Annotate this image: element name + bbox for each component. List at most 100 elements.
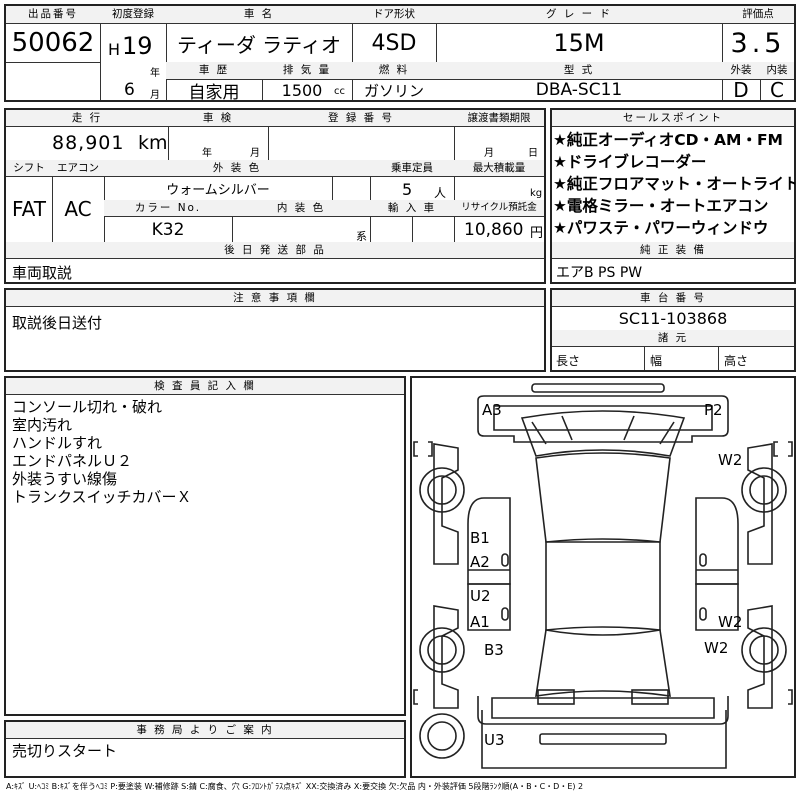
legend: A:ｷｽﾞ U:ﾍｺﾐ B:ｷｽﾞを伴うﾍｺﾐ P:要塗装 W:補修跡 S:錆 … [6,782,584,791]
interior-header: 内装 [760,62,794,79]
damage-mark: W2 [704,639,729,657]
year-unit: 年 [150,68,160,79]
inspection-month: 月 [250,148,260,159]
reg-no-header: 登 録 番 号 [268,110,454,126]
exterior-header: 外装 [722,62,760,79]
damage-mark: W2 [718,451,743,469]
equip: エアB PS PW [556,265,643,281]
notes-text: 取説後日送付 [12,314,103,332]
car-name: ティーダ ラティオ [177,32,341,57]
damage-mark: B3 [484,641,504,659]
chassis-block: 車 台 番 号 SC11-103868 諸 元 長さ 幅 高さ [550,288,796,372]
inspector-line: エンドパネルＵ２ [12,452,133,470]
transfer-header: 譲渡書類期限 [454,110,544,126]
inspection-header: 車 検 [168,110,268,126]
transfer-month: 月 [484,148,494,159]
notes-block: 注 意 事 項 欄 取説後日送付 [4,288,546,372]
car-diagram: A3 P2 W2 B1 A2 U2 A1 W2 B3 W2 U3 [410,376,796,778]
inspector-notes: コンソール切れ・破れ 室内汚れ ハンドルすれ エンドパネルＵ２ 外装うすい線傷 … [12,398,402,506]
chassis-header: 車 台 番 号 [552,290,794,306]
ac-header: エアコン [52,160,104,176]
sales-points-header: セールスポイント [552,110,794,126]
sales-points-list: ★純正オーディオCD・AM・FM ★ドライブレコーダー ★純正フロアマット・オー… [553,129,795,239]
grade: 15M [553,29,605,57]
capacity-unit: 人 [434,186,447,200]
score: 3.5 [730,27,786,59]
int-color-header: 内 装 色 [232,200,370,216]
mileage-unit: km [138,132,168,154]
vehicle-info-block: 走 行 車 検 登 録 番 号 譲渡書類期限 88,901 km 年 月 月 日… [4,108,546,284]
ac: AC [64,197,92,221]
damage-mark: P2 [704,401,723,419]
first-reg-header: 初度登録 [100,6,166,23]
fuel-header: 燃 料 [352,62,436,79]
era-letter: H [108,40,121,59]
notes-header: 注 意 事 項 欄 [6,290,544,306]
exterior-grade: D [733,80,749,100]
inspector-line: 外装うすい線傷 [12,470,118,488]
equip-header: 純 正 装 備 [552,242,794,258]
chassis-number: SC11-103868 [618,309,728,328]
era-year: 19 [122,32,153,60]
recycle-header: リサイクル預託金 [454,200,544,216]
reg-month: 6 [124,80,135,100]
inspector-block: 検 査 員 記 入 欄 コンソール切れ・破れ 室内汚れ ハンドルすれ エンドパネ… [4,376,406,716]
door-type: 4SD [371,30,417,56]
history-header: 車 歴 [166,62,262,79]
mileage: 88,901 [52,132,125,154]
color-header: 外 装 色 [104,160,370,176]
color-no-header: カラー No. [104,200,232,216]
capacity-header: 乗車定員 [370,160,454,176]
sales-points-block: セールスポイント ★純正オーディオCD・AM・FM ★ドライブレコーダー ★純正… [550,108,796,284]
width-label: 幅 [650,354,663,368]
inspector-line: 室内汚れ [12,416,73,434]
sales-point: ★ドライブレコーダー [553,153,707,171]
height-label: 高さ [724,354,749,368]
score-header: 評価点 [722,6,794,23]
length-label: 長さ [556,354,581,368]
mileage-header: 走 行 [6,110,168,126]
car-outline-drawing [413,383,793,769]
car-name-header: 車 名 [166,6,352,23]
damage-mark: U2 [470,587,491,605]
displacement-header: 排 気 量 [262,62,352,79]
damage-mark: U3 [484,731,505,749]
later-parts-header: 後 日 発 送 部 品 [6,242,544,258]
office-block: 事 務 局 よ り ご 案 内 売切りスタート [4,720,406,778]
shift: FAT [11,197,46,221]
grade-header: グ レ ー ド [436,6,722,23]
model-header: 型 式 [436,62,722,79]
capacity: 5 [402,180,413,199]
payload-unit: kg [530,188,543,199]
office-header: 事 務 局 よ り ご 案 内 [6,722,404,738]
sales-point: ★パワステ・パワーウィンドウ [553,219,769,237]
lot-no-header: 出品番号 [6,6,100,23]
payload-header: 最大積載量 [454,160,544,176]
damage-mark: B1 [470,529,490,547]
damage-mark: W2 [718,613,743,631]
damage-mark: A1 [470,613,490,631]
damage-mark: A3 [482,401,502,419]
month-unit: 月 [150,90,160,101]
lot-number: 50062 [11,28,95,58]
damage-mark: A2 [470,553,490,571]
door-header: ドア形状 [352,6,436,23]
sales-point: ★純正オーディオCD・AM・FM [553,131,783,149]
inspector-line: ハンドルすれ [12,434,103,452]
dims-header: 諸 元 [552,330,794,346]
exterior-color: ウォームシルバー [166,182,270,198]
color-no: K32 [151,219,185,240]
recycle: 10,860 [464,220,524,240]
inspection-year: 年 [202,148,212,159]
fuel: ガソリン [363,81,424,100]
shift-header: シフト [6,160,52,176]
inspector-line: トランクスイッチカバーＸ [12,488,192,506]
displacement: 1500 [281,80,323,100]
recycle-unit: 円 [530,226,544,241]
interior-grade: C [770,80,784,100]
office-text: 売切りスタート [12,742,118,760]
inspector-header: 検 査 員 記 入 欄 [6,378,404,394]
transfer-day: 日 [528,148,538,159]
inspector-line: コンソール切れ・破れ [12,398,163,416]
later-parts: 車両取説 [12,264,73,282]
